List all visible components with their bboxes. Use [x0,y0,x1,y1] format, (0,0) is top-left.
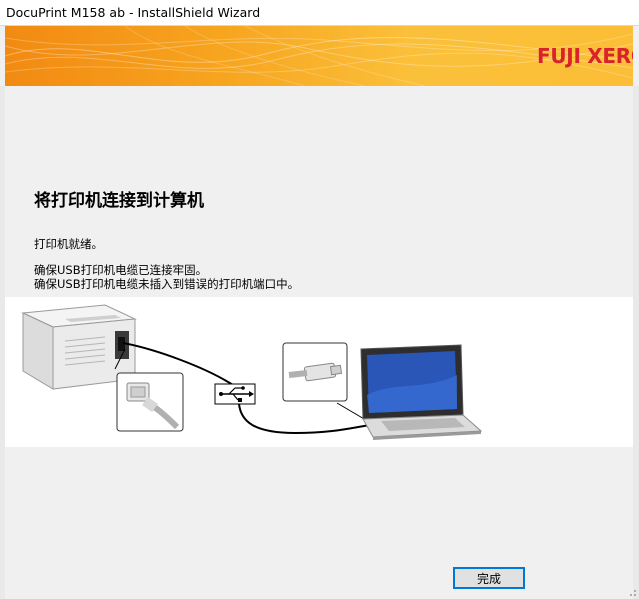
usb-b-plug-icon [116,372,184,432]
connection-illustration [5,297,633,447]
connection-diagram [21,304,483,440]
status-text: 打印机就绪。 [34,237,103,251]
window-title: DocuPrint M158 ab - InstallShield Wizard [6,5,261,20]
usb-symbol-icon [214,383,256,405]
page-title: 将打印机连接到计算机 [34,191,204,211]
finish-button[interactable]: 完成 [453,567,525,589]
note-cable-port: 确保USB打印机电缆未插入到错误的打印机端口中。 [34,277,300,291]
brand-wordmark: FUJI XEROX [537,44,633,68]
header-banner: FUJI XEROX [5,26,633,86]
usb-a-plug-icon [282,342,348,402]
window-right-border [633,86,639,599]
title-bar: DocuPrint M158 ab - InstallShield Wizard [0,0,639,26]
laptop-icon [360,344,483,440]
resize-grip-icon[interactable] [627,587,637,597]
